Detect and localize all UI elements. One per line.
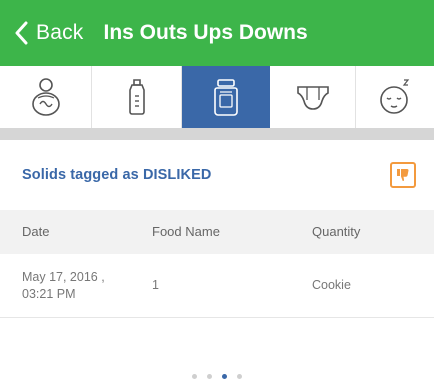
chevron-left-icon	[15, 21, 28, 45]
page-title: Ins Outs Ups Downs	[103, 21, 308, 44]
baby-icon	[31, 78, 60, 116]
page-dot[interactable]	[207, 374, 212, 379]
category-tabs	[0, 66, 434, 128]
back-button[interactable]: Back	[14, 21, 84, 45]
food-jar-icon	[214, 79, 238, 116]
page-dot-active[interactable]	[222, 374, 227, 379]
sleep-icon	[380, 79, 410, 114]
app-screen: Back Ins Outs Ups Downs Solids tagged as…	[0, 0, 434, 385]
tab-solids[interactable]	[182, 66, 270, 128]
column-header-food-name: Food Name	[152, 224, 220, 239]
tab-divider	[0, 128, 434, 140]
row-quantity: Cookie	[312, 278, 351, 292]
column-header-date: Date	[22, 224, 50, 239]
page-dot[interactable]	[192, 374, 197, 379]
tab-sleep[interactable]	[356, 66, 434, 128]
bottle-icon	[128, 79, 145, 115]
table-header: Date Food Name Quantity	[0, 210, 434, 254]
tab-diaper[interactable]	[270, 66, 356, 128]
row-date: May 17, 2016 , 03:21 PM	[22, 270, 105, 301]
section-header: Solids tagged as DISLIKED	[0, 140, 434, 210]
page-indicator	[0, 374, 434, 379]
nav-header: Back Ins Outs Ups Downs	[0, 0, 434, 66]
table-row[interactable]: May 17, 2016 , 03:21 PM 1 Cookie	[0, 254, 434, 318]
back-label: Back	[36, 21, 84, 44]
column-header-quantity: Quantity	[312, 224, 361, 239]
tab-baby[interactable]	[0, 66, 92, 128]
diaper-icon	[296, 86, 329, 110]
section-title: Solids tagged as DISLIKED	[22, 167, 212, 183]
thumbs-down-icon	[397, 169, 409, 182]
dislike-filter-button[interactable]	[390, 162, 416, 188]
row-food-name: 1	[152, 278, 159, 292]
page-dot[interactable]	[237, 374, 242, 379]
tab-bottle[interactable]	[92, 66, 182, 128]
